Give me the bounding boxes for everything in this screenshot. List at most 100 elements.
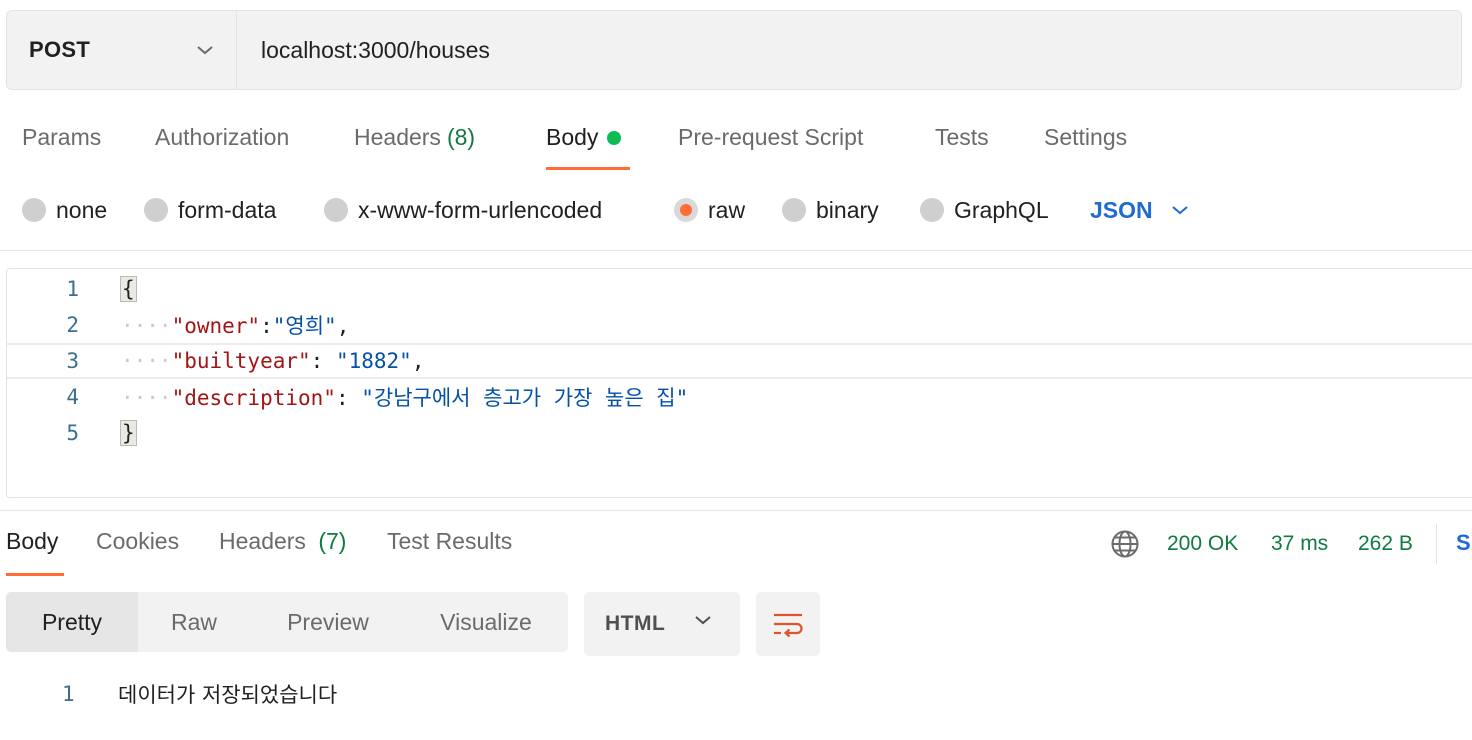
tab-headers-label: Headers <box>354 124 441 150</box>
view-mode-preview-label: Preview <box>287 608 369 635</box>
url-field[interactable]: localhost:3000/houses <box>237 11 1461 89</box>
response-tab-cookies[interactable]: Cookies <box>96 522 179 576</box>
editor-code: ····"description": "강남구에서 층고가 가장 높은 집" <box>121 386 689 410</box>
editor-line: 1 { <box>7 271 1472 307</box>
body-type-urlencoded[interactable]: x-www-form-urlencoded <box>324 190 602 230</box>
tab-body-label: Body <box>546 124 599 150</box>
response-tab-headers[interactable]: Headers (7) <box>219 522 346 576</box>
tab-body[interactable]: Body <box>546 110 630 170</box>
url-text[interactable]: localhost:3000/houses <box>261 37 490 64</box>
view-mode-visualize-label: Visualize <box>440 608 532 635</box>
json-sep: : <box>260 314 273 338</box>
body-type-binary[interactable]: binary <box>782 190 879 230</box>
divider <box>0 510 1472 511</box>
response-format-select[interactable]: HTML <box>584 592 740 656</box>
radio-icon[interactable] <box>144 198 168 222</box>
request-url-bar: POST localhost:3000/houses <box>6 10 1462 90</box>
radio-icon[interactable] <box>920 198 944 222</box>
tab-authorization-label: Authorization <box>155 124 290 150</box>
json-trail: , <box>336 314 350 338</box>
response-format-label: HTML <box>605 612 666 635</box>
tab-params[interactable]: Params <box>22 110 101 170</box>
json-key: "description" <box>171 386 336 410</box>
radio-checked-icon[interactable] <box>674 198 698 222</box>
body-type-none[interactable]: none <box>22 190 107 230</box>
tab-settings-label: Settings <box>1044 124 1128 150</box>
json-trail: , <box>411 349 425 373</box>
editor-line: 4 ····"description": "강남구에서 층고가 가장 높은 집" <box>7 379 1472 415</box>
response-tab-test-results[interactable]: Test Results <box>387 522 512 576</box>
response-body-text: 데이터가 저장되었습니다 <box>118 683 338 707</box>
json-sep: : <box>310 349 336 373</box>
line-number: 2 <box>66 313 79 337</box>
wrap-lines-button[interactable] <box>756 592 820 656</box>
chevron-down-icon <box>695 616 711 625</box>
chevron-down-icon <box>1171 206 1188 215</box>
response-time[interactable]: 37 ms <box>1271 532 1328 556</box>
response-tab-test-results-label: Test Results <box>387 528 513 554</box>
view-mode-visualize[interactable]: Visualize <box>418 592 554 652</box>
wrap-lines-icon <box>774 613 803 638</box>
json-sep: : <box>335 386 362 410</box>
response-tab-headers-label: Headers <box>219 528 306 554</box>
body-type-urlencoded-label: x-www-form-urlencoded <box>358 196 603 223</box>
raw-format-select[interactable]: JSON <box>1090 190 1189 230</box>
json-value: "1882" <box>335 349 412 373</box>
body-type-none-label: none <box>56 196 108 223</box>
tab-tests-label: Tests <box>935 124 989 150</box>
response-tab-body-label: Body <box>6 528 59 554</box>
active-tab-underline <box>546 167 630 170</box>
view-mode-preview[interactable]: Preview <box>268 592 388 652</box>
editor-code: ····"builtyear": "1882", <box>121 349 425 373</box>
editor-line-highlighted: 3 ····"builtyear": "1882", <box>7 343 1472 379</box>
response-tab-body[interactable]: Body <box>6 522 64 576</box>
tab-authorization[interactable]: Authorization <box>155 110 289 170</box>
line-number: 3 <box>66 349 79 373</box>
divider <box>1436 524 1437 564</box>
view-mode-pretty[interactable]: Pretty <box>6 592 138 652</box>
open-brace: { <box>120 276 137 302</box>
body-type-graphql[interactable]: GraphQL <box>920 190 1049 230</box>
editor-line: 2 ····"owner":"영희", <box>7 307 1472 343</box>
radio-icon[interactable] <box>22 198 46 222</box>
body-type-raw-label: raw <box>708 196 746 223</box>
method-select[interactable]: POST <box>7 11 237 89</box>
status-code[interactable]: 200 OK <box>1167 532 1238 556</box>
close-brace: } <box>120 420 137 446</box>
line-number: 1 <box>66 277 79 301</box>
line-number: 5 <box>66 421 79 445</box>
request-body-editor[interactable]: 1 { 2 ····"owner":"영희", 3 ····"builtyear… <box>6 268 1472 498</box>
tab-pre-request-script-label: Pre-request Script <box>678 124 864 150</box>
body-modified-dot-icon <box>607 131 622 145</box>
editor-line: 5 } <box>7 415 1472 451</box>
json-value: "영희" <box>272 314 337 338</box>
radio-icon[interactable] <box>782 198 806 222</box>
body-type-graphql-label: GraphQL <box>954 196 1049 223</box>
response-size[interactable]: 262 B <box>1358 532 1413 556</box>
save-response-button[interactable]: S <box>1456 530 1471 556</box>
headers-count: (8) <box>446 124 476 150</box>
radio-icon[interactable] <box>324 198 348 222</box>
view-mode-raw-label: Raw <box>170 608 217 635</box>
globe-icon[interactable] <box>1110 529 1140 559</box>
response-headers-count: (7) <box>318 528 347 554</box>
view-mode-pretty-label: Pretty <box>41 608 103 635</box>
raw-format-label: JSON <box>1090 196 1153 223</box>
body-type-form-data-label: form-data <box>178 196 277 223</box>
line-number: 1 <box>62 682 75 706</box>
editor-code: { <box>120 276 137 302</box>
json-key: "builtyear" <box>171 349 311 373</box>
tab-settings[interactable]: Settings <box>1044 110 1127 170</box>
tab-tests[interactable]: Tests <box>935 110 989 170</box>
response-tab-cookies-label: Cookies <box>96 528 180 554</box>
tab-headers[interactable]: Headers (8) <box>354 110 475 170</box>
body-type-raw[interactable]: raw <box>674 190 745 230</box>
editor-code: } <box>120 420 137 446</box>
body-type-form-data[interactable]: form-data <box>144 190 276 230</box>
divider <box>0 250 1472 251</box>
json-value: "강남구에서 층고가 가장 높은 집" <box>361 386 689 410</box>
view-mode-raw[interactable]: Raw <box>138 592 250 652</box>
json-key: "owner" <box>171 314 261 338</box>
tab-pre-request-script[interactable]: Pre-request Script <box>678 110 863 170</box>
body-type-binary-label: binary <box>816 196 879 223</box>
